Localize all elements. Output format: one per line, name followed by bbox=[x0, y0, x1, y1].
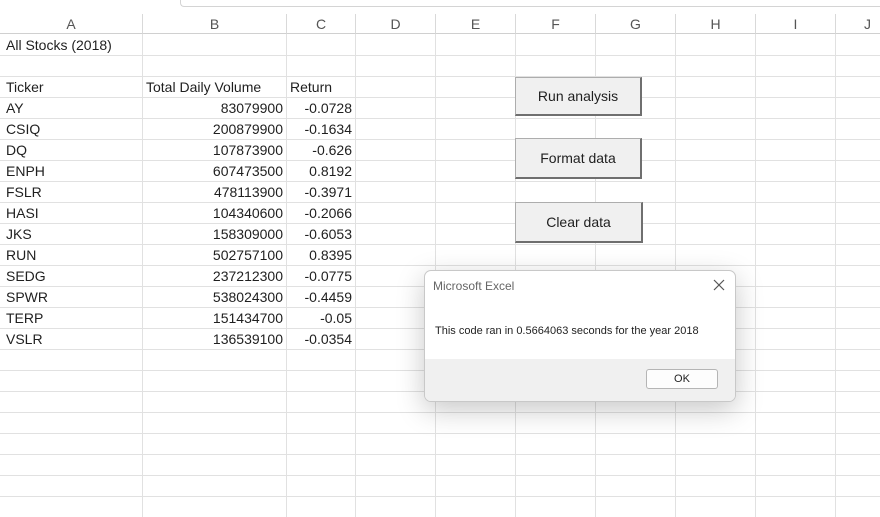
ticker-cell[interactable]: SEDG bbox=[6, 266, 46, 287]
grid-line bbox=[835, 34, 836, 517]
column-header-d[interactable]: D bbox=[356, 14, 436, 34]
dialog-footer: OK bbox=[425, 359, 735, 401]
dialog-title: Microsoft Excel bbox=[433, 279, 515, 293]
volume-cell[interactable]: 158309000 bbox=[143, 224, 283, 245]
ticker-cell[interactable]: FSLR bbox=[6, 182, 42, 203]
return-cell[interactable]: -0.05 bbox=[287, 308, 352, 329]
volume-cell[interactable]: 104340600 bbox=[143, 203, 283, 224]
ticker-cell[interactable]: VSLR bbox=[6, 329, 43, 350]
return-cell[interactable]: -0.1634 bbox=[287, 119, 352, 140]
ticker-cell[interactable]: HASI bbox=[6, 203, 39, 224]
return-cell[interactable]: -0.4459 bbox=[287, 287, 352, 308]
ticker-cell[interactable]: CSIQ bbox=[6, 119, 40, 140]
grid-line bbox=[0, 55, 880, 56]
volume-cell[interactable]: 478113900 bbox=[143, 182, 283, 203]
column-header-j[interactable]: J bbox=[836, 14, 880, 34]
column-header-e[interactable]: E bbox=[436, 14, 516, 34]
grid-line bbox=[0, 160, 880, 161]
return-cell[interactable]: -0.0728 bbox=[287, 98, 352, 119]
column-header-g[interactable]: G bbox=[596, 14, 676, 34]
column-header-h[interactable]: H bbox=[676, 14, 756, 34]
return-cell[interactable]: -0.3971 bbox=[287, 182, 352, 203]
return-cell[interactable]: -0.6053 bbox=[287, 224, 352, 245]
grid-line bbox=[0, 181, 880, 182]
column-header-i[interactable]: I bbox=[756, 14, 836, 34]
grid-line bbox=[0, 244, 880, 245]
ticker-cell[interactable]: DQ bbox=[6, 140, 27, 161]
column-header-a[interactable]: A bbox=[0, 14, 143, 34]
grid-line bbox=[0, 412, 880, 413]
grid-line bbox=[0, 76, 880, 77]
return-cell[interactable]: 0.8192 bbox=[287, 161, 352, 182]
ok-button[interactable]: OK bbox=[646, 369, 718, 389]
grid-line bbox=[0, 118, 880, 119]
grid-line bbox=[0, 454, 880, 455]
volume-cell[interactable]: 200879900 bbox=[143, 119, 283, 140]
volume-cell[interactable]: 136539100 bbox=[143, 329, 283, 350]
grid-line bbox=[0, 139, 880, 140]
return-cell[interactable]: -0.0354 bbox=[287, 329, 352, 350]
ticker-cell[interactable]: TERP bbox=[6, 308, 43, 329]
return-cell[interactable]: -0.2066 bbox=[287, 203, 352, 224]
ticker-cell[interactable]: AY bbox=[6, 98, 24, 119]
volume-cell[interactable]: 151434700 bbox=[143, 308, 283, 329]
formula-bar-edge bbox=[180, 0, 880, 7]
ticker-cell[interactable]: SPWR bbox=[6, 287, 48, 308]
grid-line bbox=[0, 433, 880, 434]
grid-line bbox=[0, 496, 880, 497]
header-volume-cell[interactable]: Total Daily Volume bbox=[146, 77, 261, 98]
volume-cell[interactable]: 607473500 bbox=[143, 161, 283, 182]
run-analysis-button[interactable]: Run analysis bbox=[515, 77, 642, 116]
header-return-cell[interactable]: Return bbox=[290, 77, 332, 98]
volume-cell[interactable]: 502757100 bbox=[143, 245, 283, 266]
return-cell[interactable]: -0.0775 bbox=[287, 266, 352, 287]
sheet-title-cell[interactable]: All Stocks (2018) bbox=[6, 35, 112, 56]
volume-cell[interactable]: 538024300 bbox=[143, 287, 283, 308]
ticker-cell[interactable]: RUN bbox=[6, 245, 36, 266]
ticker-cell[interactable]: JKS bbox=[6, 224, 32, 245]
volume-cell[interactable]: 107873900 bbox=[143, 140, 283, 161]
volume-cell[interactable]: 83079900 bbox=[143, 98, 283, 119]
close-icon[interactable] bbox=[712, 278, 726, 292]
grid-line bbox=[755, 34, 756, 517]
clear-data-button[interactable]: Clear data bbox=[515, 202, 643, 243]
ticker-cell[interactable]: ENPH bbox=[6, 161, 45, 182]
header-ticker-cell[interactable]: Ticker bbox=[6, 77, 44, 98]
volume-cell[interactable]: 237212300 bbox=[143, 266, 283, 287]
grid-line bbox=[0, 97, 880, 98]
grid-line bbox=[355, 34, 356, 517]
dialog-message: This code ran in 0.5664063 seconds for t… bbox=[435, 325, 699, 337]
grid-line bbox=[0, 475, 880, 476]
column-header-b[interactable]: B bbox=[143, 14, 287, 34]
grid-line bbox=[0, 223, 880, 224]
column-header-f[interactable]: F bbox=[516, 14, 596, 34]
column-header-c[interactable]: C bbox=[287, 14, 356, 34]
format-data-button[interactable]: Format data bbox=[515, 138, 642, 179]
grid-line bbox=[0, 202, 880, 203]
message-dialog: Microsoft Excel This code ran in 0.56640… bbox=[424, 270, 736, 402]
return-cell[interactable]: 0.8395 bbox=[287, 245, 352, 266]
grid-line bbox=[0, 265, 880, 266]
return-cell[interactable]: -0.626 bbox=[287, 140, 352, 161]
formula-bar-area bbox=[0, 0, 880, 14]
